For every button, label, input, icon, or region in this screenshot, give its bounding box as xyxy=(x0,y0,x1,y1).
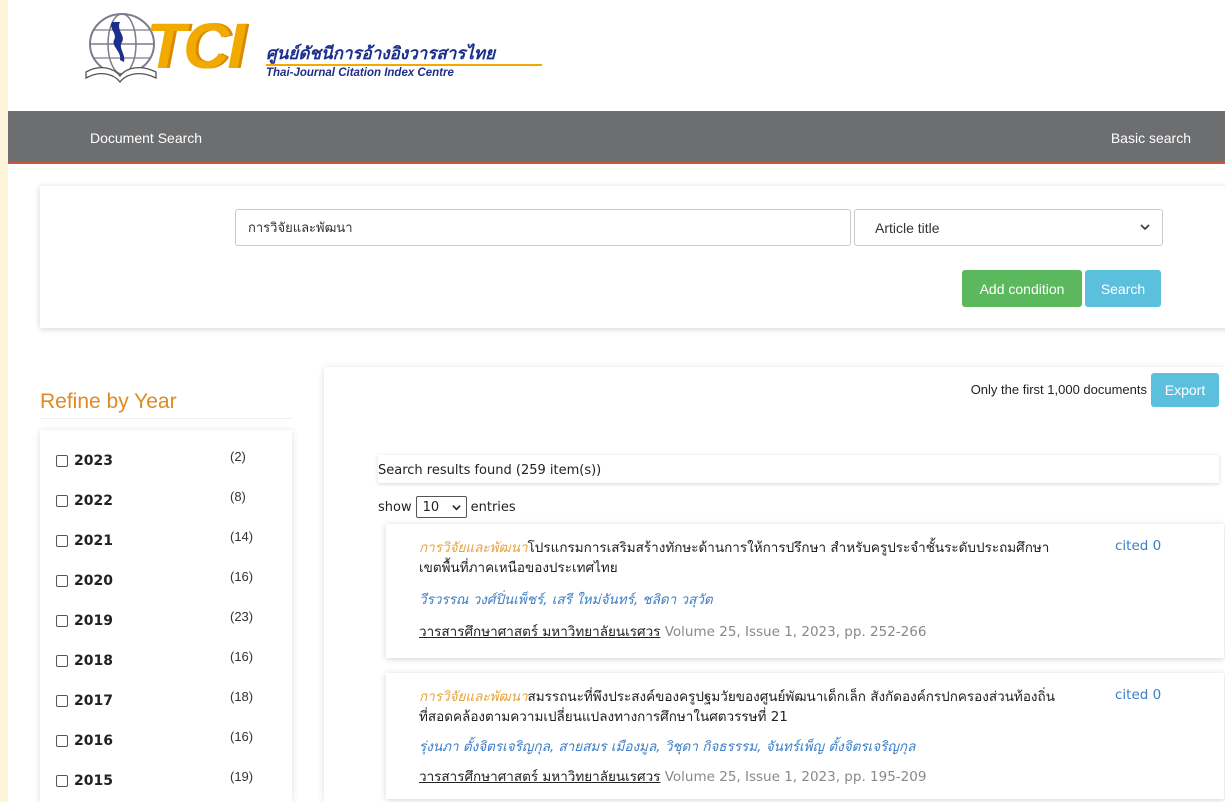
year-filter-item[interactable]: 2016 (16) xyxy=(56,729,276,752)
journal-link[interactable]: วารสารศึกษาศาสตร์ มหาวิทยาลัยนเรศวร xyxy=(419,769,660,785)
result-source: วารสารศึกษาศาสตร์ มหาวิทยาลัยนเรศวร Volu… xyxy=(419,620,926,642)
add-condition-button[interactable]: Add condition xyxy=(962,270,1082,307)
journal-link[interactable]: วารสารศึกษาศาสตร์ มหาวิทยาลัยนเรศวร xyxy=(419,624,660,640)
entries-value: 10 xyxy=(422,499,440,515)
nav-basic-search[interactable]: Basic search xyxy=(1111,130,1191,146)
year-label: 2022 xyxy=(74,493,113,509)
year-filter-item[interactable]: 2017 (18) xyxy=(56,689,276,712)
result-title-highlight: การวิจัยและพัฒนา xyxy=(419,689,528,705)
result-title[interactable]: การวิจัยและพัฒนาสมรรถนะที่พึงประสงค์ของค… xyxy=(419,687,1059,727)
result-source: วารสารศึกษาศาสตร์ มหาวิทยาลัยนเรศวร Volu… xyxy=(419,765,926,787)
year-filter-item[interactable]: 2021 (14) xyxy=(56,529,276,552)
nav-document-search[interactable]: Document Search xyxy=(90,130,202,146)
org-name-english: Thai-Journal Citation Index Centre xyxy=(266,67,454,79)
year-checkbox[interactable] xyxy=(56,615,68,627)
show-label: show xyxy=(378,499,412,515)
page: TCI ศูนย์ดัชนีการอ้างอิงวารสารไทย Thai-J… xyxy=(8,0,1225,802)
divider xyxy=(40,418,292,419)
search-field-select[interactable]: Article title xyxy=(854,209,1163,246)
top-navbar: Document Search Basic search xyxy=(8,111,1225,164)
result-volume-info: Volume 25, Issue 1, 2023, pp. 195-209 xyxy=(660,769,927,785)
results-panel: Only the first 1,000 documents Export Se… xyxy=(324,367,1225,802)
result-item: การวิจัยและพัฒนาโปรแกรมการเสริมสร้างทักษ… xyxy=(386,524,1224,658)
year-checkbox[interactable] xyxy=(56,455,68,467)
year-label: 2015 xyxy=(74,773,113,789)
year-checkbox[interactable] xyxy=(56,775,68,787)
result-volume-info: Volume 25, Issue 1, 2023, pp. 252-266 xyxy=(660,624,927,640)
year-count: (14) xyxy=(230,529,254,544)
page-size-control: show 10 entries xyxy=(378,496,516,518)
search-button[interactable]: Search xyxy=(1085,270,1161,307)
year-label: 2017 xyxy=(74,693,113,709)
year-label: 2018 xyxy=(74,653,113,669)
year-count: (8) xyxy=(230,489,246,504)
result-title[interactable]: การวิจัยและพัฒนาโปรแกรมการเสริมสร้างทักษ… xyxy=(419,538,1059,578)
export-limit-note: Only the first 1,000 documents xyxy=(970,382,1147,397)
year-checkbox[interactable] xyxy=(56,735,68,747)
year-checkbox[interactable] xyxy=(56,575,68,587)
results-count-text: Search results found (259 item(s)) xyxy=(378,463,602,478)
year-label: 2019 xyxy=(74,613,113,629)
year-checkbox[interactable] xyxy=(56,535,68,547)
org-name-thai: ศูนย์ดัชนีการอ้างอิงวารสารไทย xyxy=(266,44,496,63)
search-field-selected: Article title xyxy=(875,219,940,236)
year-label: 2023 xyxy=(74,453,113,469)
year-filter-item[interactable]: 2019 (23) xyxy=(56,609,276,632)
result-authors[interactable]: วีรวรรณ วงศ์ปิ่นเพ็ชร์, เสรี ใหม่จันทร์,… xyxy=(419,588,713,610)
year-label: 2020 xyxy=(74,573,113,589)
chevron-down-icon xyxy=(451,505,461,511)
chevron-down-icon xyxy=(1140,224,1150,231)
tci-logo[interactable]: TCI ศูนย์ดัชนีการอ้างอิงวารสารไทย Thai-J… xyxy=(70,8,542,88)
year-filter-item[interactable]: 2015 (19) xyxy=(56,769,276,792)
export-button[interactable]: Export xyxy=(1151,373,1219,407)
search-panel: การวิจัยและพัฒนา Article title Add condi… xyxy=(40,186,1225,328)
result-authors[interactable]: รุ่งนภา ตั้งจิตรเจริญกุล, สายสมร เมืองมู… xyxy=(419,735,915,757)
year-label: 2016 xyxy=(74,733,113,749)
year-count: (16) xyxy=(230,729,254,744)
cited-count-link[interactable]: cited 0 xyxy=(1115,687,1161,703)
year-checkbox[interactable] xyxy=(56,495,68,507)
logo-divider xyxy=(266,64,542,66)
refine-by-year-title: Refine by Year xyxy=(40,390,177,413)
year-filter-item[interactable]: 2018 (16) xyxy=(56,649,276,672)
result-item: การวิจัยและพัฒนาสมรรถนะที่พึงประสงค์ของค… xyxy=(386,673,1224,799)
entries-label: entries xyxy=(470,499,516,515)
year-count: (19) xyxy=(230,769,254,784)
year-count: (23) xyxy=(230,609,254,624)
result-title-highlight: การวิจัยและพัฒนา xyxy=(419,540,528,556)
year-label: 2021 xyxy=(74,533,113,549)
year-checkbox[interactable] xyxy=(56,695,68,707)
year-filter-item[interactable]: 2022 (8) xyxy=(56,489,276,512)
year-count: (16) xyxy=(230,649,254,664)
year-count: (18) xyxy=(230,689,254,704)
entries-select[interactable]: 10 xyxy=(415,496,467,518)
year-checkbox[interactable] xyxy=(56,655,68,667)
year-filter-item[interactable]: 2023 (2) xyxy=(56,449,276,472)
cited-count-link[interactable]: cited 0 xyxy=(1115,538,1161,554)
year-filter-list: 2023 (2) 2022 (8) 2021 (14) 2020 (16) 20… xyxy=(40,430,292,802)
year-count: (16) xyxy=(230,569,254,584)
logo-tci-text: TCI xyxy=(146,10,245,82)
year-count: (2) xyxy=(230,449,246,464)
search-query-input[interactable]: การวิจัยและพัฒนา xyxy=(235,209,851,246)
year-filter-item[interactable]: 2020 (16) xyxy=(56,569,276,592)
results-count-bar: Search results found (259 item(s)) xyxy=(378,455,1219,483)
